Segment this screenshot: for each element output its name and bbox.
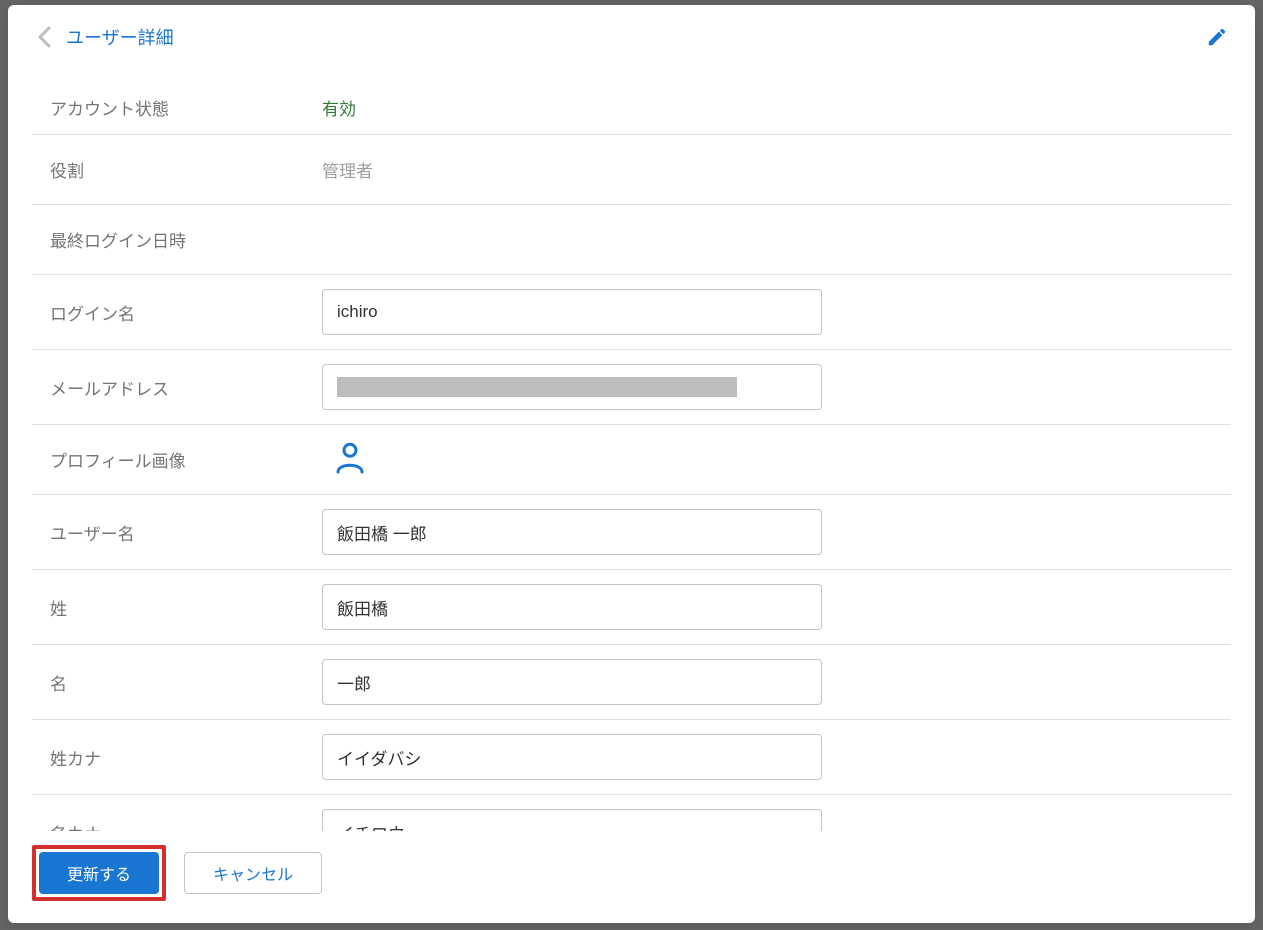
modal-body: アカウント状態 有効 役割 管理者 最終ログイン日時 ログイン名 メールアドレス <box>8 61 1255 831</box>
value-account-status: 有効 <box>322 100 356 119</box>
modal-title: ユーザー詳細 <box>66 24 174 50</box>
row-login-name: ログイン名 <box>32 275 1231 350</box>
input-email-wrapper[interactable] <box>322 364 822 410</box>
person-icon <box>332 439 368 475</box>
row-account-status: アカウント状態 有効 <box>32 61 1231 135</box>
input-first-name-kana[interactable] <box>322 809 822 831</box>
row-last-login: 最終ログイン日時 <box>32 205 1231 275</box>
input-last-name-kana[interactable] <box>322 734 822 780</box>
label-last-name: 姓 <box>32 595 322 620</box>
pencil-icon <box>1206 26 1228 48</box>
label-email: メールアドレス <box>32 375 322 400</box>
modal-header: ユーザー詳細 <box>8 5 1255 61</box>
row-email: メールアドレス <box>32 350 1231 425</box>
row-user-name: ユーザー名 <box>32 495 1231 570</box>
modal-footer: 更新する キャンセル <box>8 831 1255 923</box>
label-role: 役割 <box>32 157 322 182</box>
row-last-name: 姓 <box>32 570 1231 645</box>
update-button[interactable]: 更新する <box>39 852 159 894</box>
label-login-name: ログイン名 <box>32 300 322 325</box>
edit-button[interactable] <box>1203 23 1231 51</box>
row-role: 役割 管理者 <box>32 135 1231 205</box>
label-first-name-kana: 名カナ <box>32 820 322 832</box>
label-user-name: ユーザー名 <box>32 520 322 545</box>
row-last-name-kana: 姓カナ <box>32 720 1231 795</box>
row-profile-image: プロフィール画像 <box>32 425 1231 495</box>
email-masked <box>337 377 737 397</box>
highlight-update: 更新する <box>32 845 166 901</box>
input-last-name[interactable] <box>322 584 822 630</box>
row-first-name-kana: 名カナ <box>32 795 1231 831</box>
row-first-name: 名 <box>32 645 1231 720</box>
input-login-name[interactable] <box>322 289 822 335</box>
value-role: 管理者 <box>322 157 1231 182</box>
input-user-name[interactable] <box>322 509 822 555</box>
cancel-button[interactable]: キャンセル <box>184 852 322 894</box>
label-last-name-kana: 姓カナ <box>32 745 322 770</box>
label-account-status: アカウント状態 <box>32 95 322 120</box>
chevron-left-icon <box>37 26 51 48</box>
label-last-login: 最終ログイン日時 <box>32 227 322 252</box>
label-first-name: 名 <box>32 670 322 695</box>
user-detail-modal: ユーザー詳細 アカウント状態 有効 役割 管理者 最終ログイン日時 ログイン名 <box>8 5 1255 923</box>
back-button[interactable] <box>32 25 56 49</box>
input-first-name[interactable] <box>322 659 822 705</box>
avatar-placeholder[interactable] <box>332 439 368 475</box>
label-profile-image: プロフィール画像 <box>32 447 322 472</box>
